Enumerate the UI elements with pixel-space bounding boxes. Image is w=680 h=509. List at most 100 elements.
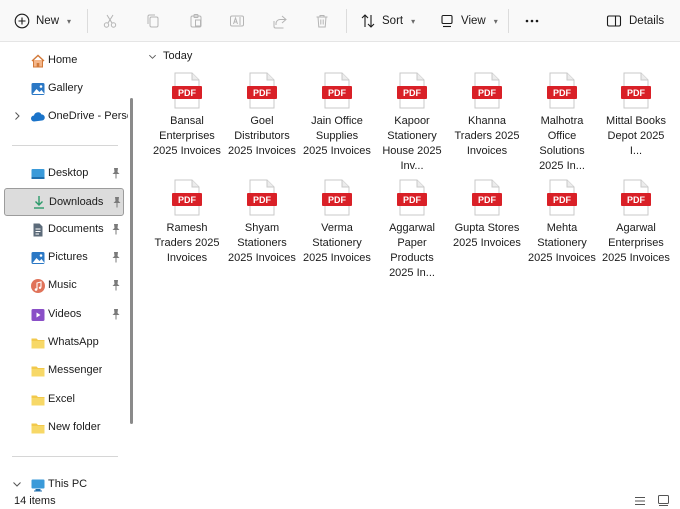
file-item[interactable]: PDF Aggarwal Paper Products 2025 In...	[378, 179, 446, 283]
gallery-icon	[30, 81, 46, 97]
video-icon	[30, 307, 46, 323]
pdf-file-icon: PDF	[172, 179, 202, 216]
home-icon	[30, 53, 46, 69]
sidebar-item-label: Gallery	[48, 82, 83, 94]
sidebar-item-messenger[interactable]: Messenger	[4, 358, 124, 384]
sidebar-item-documents[interactable]: Documents	[4, 217, 124, 243]
sidebar-item-music[interactable]: Music	[4, 273, 124, 299]
details-pane-button[interactable]: Details	[606, 6, 664, 36]
file-name: Malhotra Office Solutions 2025 In...	[539, 115, 585, 172]
document-icon	[30, 222, 46, 238]
file-item[interactable]: PDF Verma Stationery 2025 Invoices	[303, 179, 371, 283]
paste-button[interactable]	[181, 6, 211, 36]
sidebar-item-label: WhatsApp	[48, 336, 99, 348]
pdf-badge-text: PDF	[478, 195, 497, 205]
details-pane-icon	[606, 15, 622, 27]
details-view-icon[interactable]	[634, 495, 646, 507]
pin-icon	[112, 280, 120, 291]
pdf-badge-text: PDF	[553, 195, 572, 205]
file-item[interactable]: PDF Khanna Traders 2025 Invoices	[453, 72, 521, 176]
sidebar-item-onedrive[interactable]: OneDrive - Perso	[4, 104, 128, 130]
rename-icon	[230, 15, 244, 27]
file-name: Jain Office Supplies 2025 Invoices	[303, 115, 371, 157]
file-item[interactable]: PDF Mittal Books Depot 2025 I...	[602, 72, 670, 176]
file-name: Mehta Stationery 2025 Invoices	[528, 222, 596, 264]
view-icon	[441, 14, 453, 28]
toolbar-divider	[346, 9, 347, 33]
details-button-label: Details	[629, 15, 665, 27]
sidebar-item-pictures[interactable]: Pictures	[4, 245, 124, 271]
file-item[interactable]: PDF Goel Distributors 2025 Invoices	[228, 72, 296, 176]
sidebar-item-excel[interactable]: Excel	[4, 387, 124, 413]
file-name: Mittal Books Depot 2025 I...	[606, 115, 666, 157]
file-item[interactable]: PDF Jain Office Supplies 2025 Invoices	[303, 72, 371, 176]
desktop-icon	[30, 166, 46, 182]
file-item[interactable]: PDF Ramesh Traders 2025 Invoices	[153, 179, 221, 283]
delete-button[interactable]	[307, 6, 337, 36]
chevron-down-icon	[149, 54, 156, 59]
copy-button[interactable]	[138, 6, 168, 36]
pin-icon	[112, 168, 120, 179]
sidebar-item-downloads[interactable]: Downloads	[4, 188, 124, 216]
sidebar-item-label: OneDrive - Perso	[48, 110, 128, 122]
sidebar-item-label: Documents	[48, 223, 104, 235]
sidebar-item-new-folder[interactable]: New folder	[4, 415, 124, 441]
sidebar-item-videos[interactable]: Videos	[4, 302, 124, 328]
sidebar-item-whatsapp[interactable]: WhatsApp	[4, 330, 124, 356]
new-button-label: New	[36, 15, 60, 27]
cut-button[interactable]	[95, 6, 125, 36]
sidebar-item-desktop[interactable]: Desktop	[4, 161, 124, 187]
chevron-right-icon[interactable]	[12, 111, 22, 121]
view-button[interactable]: View ▾	[439, 6, 498, 36]
trash-icon	[316, 15, 328, 28]
more-dots-icon	[525, 19, 539, 23]
pdf-file-icon: PDF	[472, 72, 502, 109]
file-item[interactable]: PDF Kapoor Stationery House 2025 Inv...	[378, 72, 446, 176]
pictures-icon	[30, 250, 46, 266]
more-options-button[interactable]	[520, 6, 544, 36]
large-icons-view-icon[interactable]	[657, 494, 670, 507]
sidebar-divider	[12, 456, 118, 457]
pdf-badge-text: PDF	[478, 88, 497, 98]
navigation-pane: Home Gallery OneDrive - Perso Desktop Do…	[0, 42, 138, 492]
file-item[interactable]: PDF Bansal Enterprises 2025 Invoices	[153, 72, 221, 176]
folder-icon	[30, 420, 46, 436]
folder-icon	[30, 335, 46, 351]
file-item[interactable]: PDF Shyam Stationers 2025 Invoices	[228, 179, 296, 283]
share-button[interactable]	[265, 6, 295, 36]
chevron-down-icon[interactable]	[12, 479, 22, 489]
pdf-file-icon: PDF	[247, 179, 277, 216]
file-name: Bansal Enterprises 2025 Invoices	[153, 115, 221, 157]
pin-icon	[112, 252, 120, 263]
sidebar-item-label: Videos	[48, 308, 82, 320]
file-item[interactable]: PDF Malhotra Office Solutions 2025 In...	[528, 72, 596, 176]
new-button[interactable]: New ▾	[14, 6, 71, 36]
pdf-file-icon: PDF	[397, 72, 427, 109]
pdf-badge-text: PDF	[178, 88, 197, 98]
clipboard-icon	[190, 14, 202, 28]
file-item[interactable]: PDF Mehta Stationery 2025 Invoices	[528, 179, 596, 283]
toolbar-divider	[508, 9, 509, 33]
sidebar-item-home[interactable]: Home	[4, 48, 124, 74]
computer-icon	[30, 477, 46, 493]
pdf-badge-text: PDF	[253, 88, 272, 98]
sort-button[interactable]: Sort ▾	[360, 6, 415, 36]
view-button-label: View	[461, 15, 486, 27]
sidebar-item-label: This PC	[48, 478, 88, 490]
sidebar-item-gallery[interactable]: Gallery	[4, 76, 124, 102]
file-list-pane: Today PDF Bansal Enterprises 2025 Invoice…	[138, 42, 680, 492]
pin-icon	[112, 224, 120, 235]
pdf-badge-text: PDF	[253, 195, 272, 205]
plus-circle-icon	[14, 13, 30, 29]
pdf-badge-text: PDF	[403, 88, 422, 98]
pdf-file-icon: PDF	[322, 179, 352, 216]
pdf-badge-text: PDF	[627, 88, 646, 98]
pdf-badge-text: PDF	[403, 195, 422, 205]
rename-button[interactable]	[222, 6, 252, 36]
file-item[interactable]: PDF Agarwal Enterprises 2025 Invoices	[602, 179, 670, 283]
sidebar-scrollbar[interactable]	[130, 98, 133, 424]
file-item[interactable]: PDF Gupta Stores 2025 Invoices	[453, 179, 521, 283]
group-label: Today	[163, 50, 193, 62]
copy-icon	[147, 14, 159, 28]
group-header-today[interactable]: Today	[148, 50, 192, 62]
